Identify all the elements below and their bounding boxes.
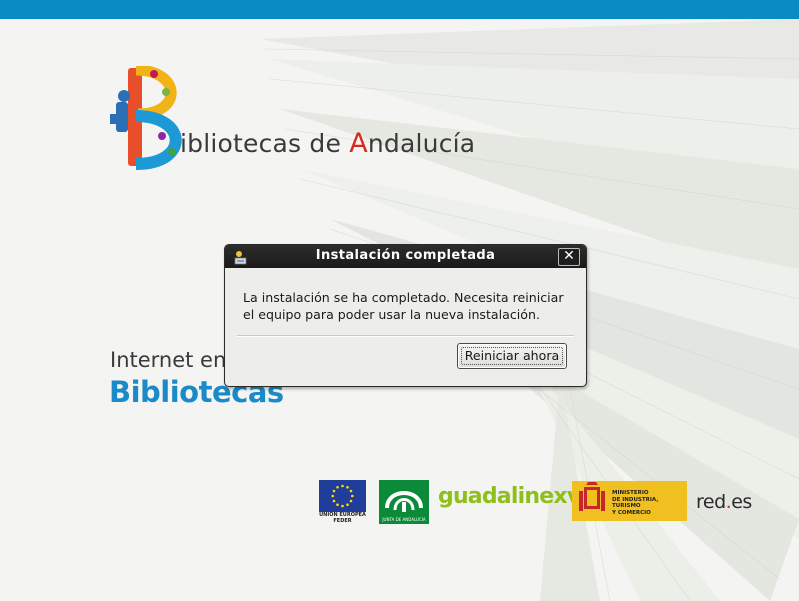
- guadalinex-text: guadalinex: [438, 484, 568, 509]
- logo-title: ibliotecas de Andalucía: [180, 128, 475, 159]
- eu-flag-icon: [319, 480, 366, 512]
- logo-title-end: ndalucía: [367, 129, 476, 158]
- close-icon[interactable]: ✕: [558, 248, 580, 266]
- dialog-title: Instalación completada: [315, 248, 496, 263]
- ministerio-logo: MINISTERIO DE INDUSTRIA, TURISMO Y COMER…: [572, 481, 687, 521]
- installation-complete-dialog: Instalación completada ✕ La instalación …: [224, 244, 587, 387]
- logo-title-rest: ibliotecas de: [180, 129, 350, 158]
- dialog-separator: [237, 335, 574, 337]
- junta-andalucia-logo: JUNTA DE ANDALUCIA: [379, 480, 429, 524]
- eu-feder-text: UNIÓN EUROPEA FEDER: [319, 512, 366, 524]
- ministerio-line2: DE INDUSTRIA, TURISMO: [612, 496, 659, 510]
- junta-andalucia-text: JUNTA DE ANDALUCIA: [382, 517, 426, 522]
- restart-now-button[interactable]: Reiniciar ahora: [457, 343, 567, 369]
- dialog-titlebar[interactable]: Instalación completada ✕: [225, 245, 586, 268]
- ministerio-text: MINISTERIO DE INDUSTRIA, TURISMO Y COMER…: [612, 490, 687, 516]
- focus-ring: [461, 347, 563, 365]
- red-es-logo: red.es: [696, 491, 752, 513]
- red-es-part-b: es: [731, 491, 752, 513]
- logo-title-a: A: [349, 128, 368, 159]
- dialog-message: La instalación se ha completado. Necesit…: [243, 290, 564, 322]
- eu-feder-logo: UNIÓN EUROPEA FEDER: [319, 480, 366, 524]
- internet-en-label: Internet en: [110, 348, 227, 372]
- top-panel: [0, 0, 799, 19]
- red-es-part-a: red: [696, 491, 726, 513]
- ministerio-line3: Y COMERCIO: [612, 509, 651, 516]
